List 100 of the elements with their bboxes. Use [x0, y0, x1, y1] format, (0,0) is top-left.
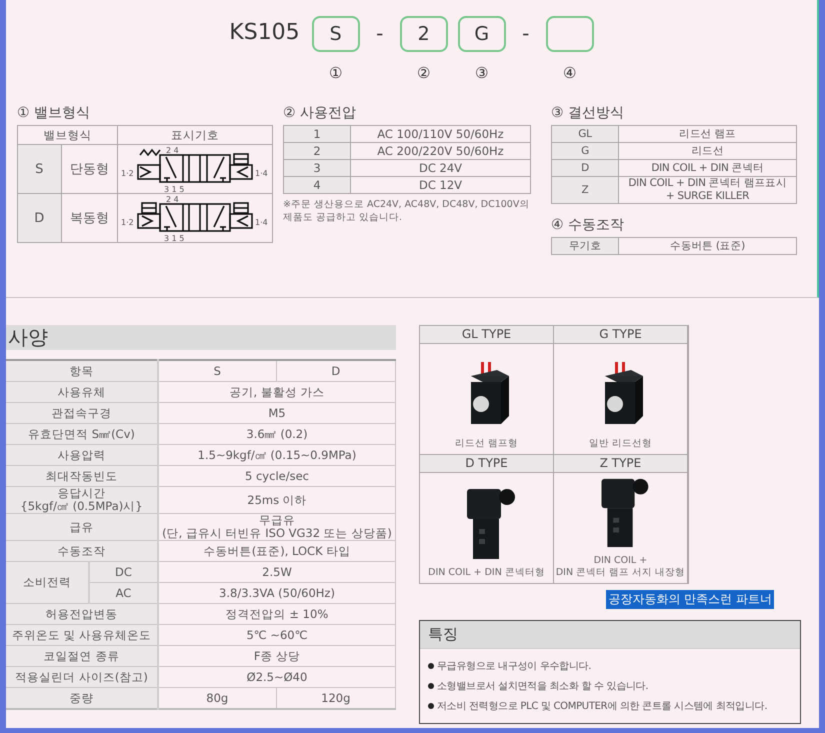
feature-text: 저소비 전력형으로 PLC 및 COMPUTER에 의한 콘트롤 시스템에 최적입니다.	[437, 700, 768, 713]
section-heading: 특징	[420, 621, 800, 649]
port-label: 1·4	[255, 218, 268, 227]
table-cell: DC	[89, 562, 158, 582]
feature-text: 소형밸브로서 설치면적을 최소화 할 수 있습니다.	[437, 680, 648, 693]
code-field: G	[458, 16, 506, 52]
table-cell: 리드선 램프	[618, 126, 796, 142]
section-title: ④ 수동조작	[551, 216, 626, 234]
port-label: 3 1 5	[164, 234, 184, 242]
feature-text: 무급유형으로 내구성이 우수합니다.	[437, 660, 592, 673]
table-cell: 단동형	[61, 144, 118, 194]
table-cell: 중량	[6, 688, 158, 709]
table-cell: 수동버튼(표준), LOCK 타입	[158, 540, 396, 562]
table-cell: 주위온도 및 사용유체온도	[6, 624, 158, 646]
section-title: ② 사용전압	[283, 104, 358, 122]
bullet-icon	[428, 663, 434, 669]
table-cell: D	[552, 160, 618, 176]
table-cell: 2.5W	[158, 562, 396, 582]
section-heading: 사양	[6, 325, 396, 350]
table-cell: Ø2.5~Ø40	[158, 666, 396, 688]
table-cell: DC 12V	[350, 176, 530, 194]
table-cell: 사용유체	[6, 382, 158, 402]
model-code: KS105	[229, 19, 300, 47]
table-cell: 응답시간 {5kgf/㎠ (0.5MPa)시}	[6, 486, 158, 514]
table-cell: 공기, 불활성 가스	[158, 382, 396, 402]
type-caption: 일반 리드선형	[588, 438, 652, 450]
port-label: 3 1 5	[164, 185, 184, 193]
table-header: D	[276, 360, 396, 382]
table-header: 표시기호	[118, 126, 272, 144]
type-heading: D TYPE	[420, 455, 553, 473]
code-field: 2	[400, 16, 448, 52]
table-cell: 80g	[158, 688, 276, 709]
table-cell: 복동형	[61, 194, 118, 242]
table-cell: DIN COIL + DIN 콘넥터 램프표시 + SURGE KILLER	[618, 176, 796, 204]
table-header: 밸브형식	[18, 126, 118, 144]
table-cell: F종 상당	[158, 646, 396, 666]
section-title: ① 밸브형식	[17, 104, 92, 122]
table-cell: D	[18, 194, 62, 242]
index-mark: ②	[416, 64, 430, 82]
table-cell: 5℃ ~60℃	[158, 624, 396, 646]
table-cell: 5 cycle/sec	[158, 466, 396, 486]
table-cell: AC	[89, 582, 158, 604]
table-cell: AC 200/220V 50/60Hz	[350, 142, 530, 160]
table-cell: 수동조작	[6, 540, 158, 562]
note-text: ※주문 생산용으로 AC24V, AC48V, DC48V, DC100V의 제품도 공급하고 있습니다.	[283, 198, 530, 224]
table-cell: 최대작동빈도	[6, 466, 158, 486]
code-field: S	[312, 16, 360, 52]
port-label: 1·4	[255, 169, 268, 178]
port-label: 2 4	[166, 146, 179, 155]
table-cell: 소비전력	[6, 562, 89, 604]
table-cell: GL	[552, 126, 618, 142]
table-cell: 1	[284, 126, 350, 142]
table-cell: 4	[284, 176, 350, 194]
table-cell: DC 24V	[350, 160, 530, 176]
table-header: 항목	[6, 360, 158, 382]
table-cell: 3	[284, 160, 350, 176]
table-cell: 적용실린더 사이즈(참고)	[6, 666, 158, 688]
index-mark: ③	[474, 64, 488, 82]
type-caption: DIN COIL + DIN 콘넥터형	[428, 567, 545, 579]
bullet-icon	[428, 683, 434, 689]
table-header: S	[158, 360, 276, 382]
tagline-text: 공장자동화의 만족스런 파트너	[606, 590, 774, 609]
table-cell: 유효단면적 S㎟(Cv)	[6, 424, 158, 444]
table-cell: Z	[552, 176, 618, 204]
table-cell: 2	[284, 142, 350, 160]
table-cell: 허용전압변동	[6, 604, 158, 624]
dash: -	[375, 20, 384, 47]
table-cell: 1.5~9kgf/㎠ (0.15~0.9MPa)	[158, 444, 396, 466]
table-cell: 무기호	[552, 238, 618, 254]
code-field	[546, 16, 594, 52]
table-cell: 무급유 (단, 급유시 터빈유 ISO VG32 또는 상당품)	[158, 514, 396, 540]
table-cell: 리드선	[618, 142, 796, 160]
table-cell: 3.8/3.3VA (50/60Hz)	[158, 582, 396, 604]
table-cell: 3.6㎟ (0.2)	[158, 424, 396, 444]
index-mark: ①	[328, 64, 342, 82]
table-cell: 120g	[276, 688, 396, 709]
table-cell: G	[552, 142, 618, 160]
table-cell: 사용압력	[6, 444, 158, 466]
port-label: 2 4	[166, 195, 179, 204]
table-cell: 정격전압의 ± 10%	[158, 604, 396, 624]
bullet-icon	[428, 703, 434, 709]
table-cell: 25ms 이하	[158, 486, 396, 514]
port-label: 1·2	[121, 218, 134, 227]
table-cell: 급유	[6, 514, 158, 540]
type-heading: G TYPE	[554, 326, 687, 344]
type-heading: GL TYPE	[420, 326, 553, 344]
type-heading: Z TYPE	[554, 455, 687, 473]
index-mark: ④	[562, 64, 576, 82]
type-caption: 리드선 램프형	[454, 438, 518, 450]
table-cell: 수동버튼 (표준)	[618, 238, 796, 254]
table-cell: S	[18, 144, 62, 194]
table-cell: M5	[158, 402, 396, 424]
section-title: ③ 결선방식	[551, 104, 626, 122]
port-label: 1·2	[121, 169, 134, 178]
table-cell: 코일절연 종류	[6, 646, 158, 666]
dash: -	[521, 20, 530, 47]
type-caption: DIN COIL + DIN 콘넥터 램프 서지 내장형	[556, 555, 686, 579]
table-cell: AC 100/110V 50/60Hz	[350, 126, 530, 142]
table-cell: 관접속구경	[6, 402, 158, 424]
table-cell: DIN COIL + DIN 콘넥터	[618, 160, 796, 176]
